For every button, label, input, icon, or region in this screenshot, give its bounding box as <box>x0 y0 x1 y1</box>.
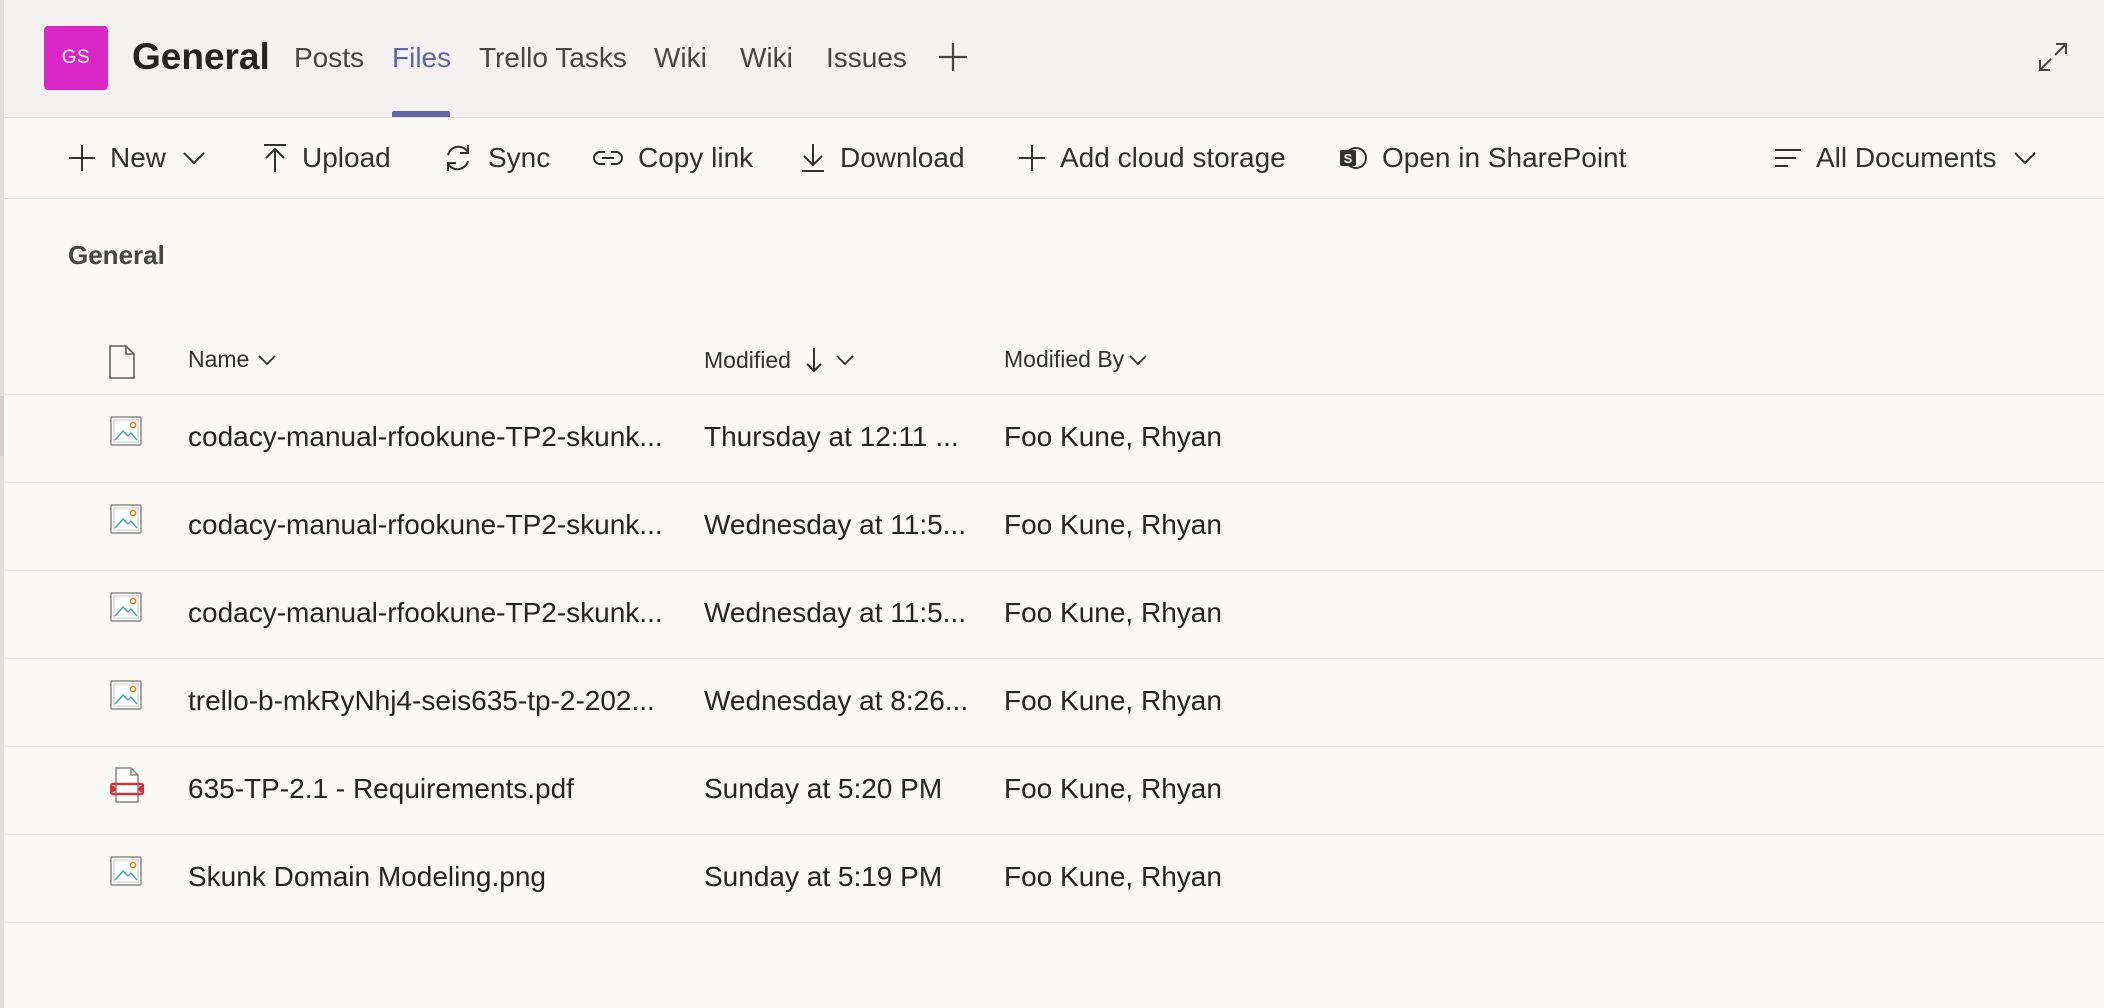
file-type-icon <box>110 855 142 892</box>
plus-icon <box>69 145 95 171</box>
tab-posts[interactable]: Posts <box>294 42 364 74</box>
file-type-icon <box>110 591 142 628</box>
copy-link-label: Copy link <box>638 142 754 173</box>
tab-files[interactable]: Files <box>392 42 451 74</box>
files-toolbar: New Upload Sync Copy link Download Add c… <box>4 118 2104 199</box>
column-header-modified-by[interactable]: Modified By <box>1004 346 1148 373</box>
file-modified: Sunday at 5:20 PM <box>704 773 943 804</box>
sharepoint-icon: S <box>1340 147 1367 169</box>
file-name[interactable]: trello-b-mkRyNhj4-seis635-tp-2-202... <box>188 685 655 717</box>
view-label: All Documents <box>1816 142 1997 173</box>
file-type-icon <box>110 679 142 716</box>
pdf-file-icon <box>109 767 145 803</box>
file-modified: Wednesday at 11:5... <box>704 509 967 540</box>
file-type-header-icon[interactable] <box>108 345 136 379</box>
file-modified-by: Foo Kune, Rhyan <box>1004 509 1222 540</box>
file-name[interactable]: codacy-manual-rfookune-TP2-skunk... <box>188 597 663 629</box>
file-modified: Wednesday at 11:5... <box>704 597 967 628</box>
file-name[interactable]: codacy-manual-rfookune-TP2-skunk... <box>188 509 663 541</box>
tab-issues[interactable]: Issues <box>826 42 907 74</box>
column-modified-label: Modified <box>704 346 791 373</box>
column-modified-by-label: Modified By <box>1004 346 1125 372</box>
file-name[interactable]: codacy-manual-rfookune-TP2-skunk... <box>188 421 663 453</box>
open-in-sharepoint-label: Open in SharePoint <box>1382 142 1627 173</box>
file-modified-by: Foo Kune, Rhyan <box>1004 861 1222 892</box>
image-file-icon <box>110 592 142 622</box>
chevron-down-icon <box>183 152 205 165</box>
team-avatar[interactable]: GS <box>44 26 108 90</box>
active-tab-indicator <box>392 111 450 117</box>
file-row[interactable]: codacy-manual-rfookune-TP2-skunk... Thurs… <box>4 395 2104 483</box>
new-label: New <box>110 142 167 173</box>
file-modified-by: Foo Kune, Rhyan <box>1004 597 1222 628</box>
upload-button[interactable]: Upload <box>262 118 391 198</box>
column-header-modified[interactable]: Modified <box>704 346 855 374</box>
file-type-icon <box>110 503 142 540</box>
file-modified: Thursday at 12:11 ... <box>704 421 959 452</box>
file-type-icon <box>109 767 145 808</box>
file-row[interactable]: codacy-manual-rfookune-TP2-skunk... Wedne… <box>4 483 2104 571</box>
svg-text:S: S <box>1344 151 1353 166</box>
file-modified: Sunday at 5:19 PM <box>704 861 943 892</box>
list-view-icon <box>1775 149 1801 167</box>
link-icon <box>593 151 623 165</box>
open-in-sharepoint-button[interactable]: S Open in SharePoint <box>1338 118 1626 198</box>
tab-wiki[interactable]: Wiki <box>654 42 707 74</box>
tab-wiki-2[interactable]: Wiki <box>740 42 793 74</box>
plus-icon <box>939 43 967 71</box>
sync-label: Sync <box>488 142 551 173</box>
file-modified-by: Foo Kune, Rhyan <box>1004 421 1222 452</box>
file-modified: Wednesday at 8:26... <box>704 685 969 716</box>
add-cloud-storage-button[interactable]: Add cloud storage <box>1018 118 1286 198</box>
chevron-down-icon <box>1129 354 1147 365</box>
column-header-name[interactable]: Name <box>188 346 277 373</box>
sort-descending-icon <box>806 348 822 373</box>
copy-link-button[interactable]: Copy link <box>592 118 753 198</box>
file-modified-by: Foo Kune, Rhyan <box>1004 685 1222 716</box>
add-tab-button[interactable] <box>936 40 970 74</box>
expand-button[interactable] <box>2036 40 2070 74</box>
image-file-icon <box>110 416 142 446</box>
plus-icon <box>1019 145 1045 171</box>
chevron-down-icon <box>2013 152 2036 165</box>
file-name[interactable]: Skunk Domain Modeling.png <box>188 861 546 893</box>
file-modified-by: Foo Kune, Rhyan <box>1004 773 1222 804</box>
file-row[interactable]: 635-TP-2.1 - Requirements.pdf Sunday at 5… <box>4 747 2104 835</box>
download-icon <box>802 144 824 172</box>
file-row[interactable]: trello-b-mkRyNhj4-seis635-tp-2-202... Wed… <box>4 659 2104 747</box>
image-file-icon <box>110 856 142 886</box>
add-cloud-storage-label: Add cloud storage <box>1060 142 1286 173</box>
file-type-icon <box>110 415 142 452</box>
upload-icon <box>264 144 286 172</box>
download-label: Download <box>840 142 965 173</box>
sync-button[interactable]: Sync <box>442 118 550 198</box>
image-file-icon <box>110 680 142 710</box>
new-button[interactable]: New <box>68 118 206 198</box>
channel-header: GS General Posts Files Trello Tasks Wiki… <box>4 0 2104 118</box>
channel-title: General <box>132 36 270 77</box>
chevron-down-icon <box>836 355 854 366</box>
view-selector[interactable]: All Documents <box>1774 118 2037 198</box>
file-name[interactable]: 635-TP-2.1 - Requirements.pdf <box>188 773 574 805</box>
download-button[interactable]: Download <box>800 118 965 198</box>
file-row[interactable]: Skunk Domain Modeling.png Sunday at 5:19 … <box>4 835 2104 923</box>
upload-label: Upload <box>302 142 391 173</box>
folder-title: General <box>68 240 165 270</box>
image-file-icon <box>110 504 142 534</box>
chevron-down-icon <box>258 354 276 365</box>
tab-trello-tasks[interactable]: Trello Tasks <box>479 42 627 74</box>
column-name-label: Name <box>188 346 250 372</box>
expand-icon <box>2039 43 2067 71</box>
file-row[interactable]: codacy-manual-rfookune-TP2-skunk... Wedne… <box>4 571 2104 659</box>
sync-icon <box>447 145 469 171</box>
